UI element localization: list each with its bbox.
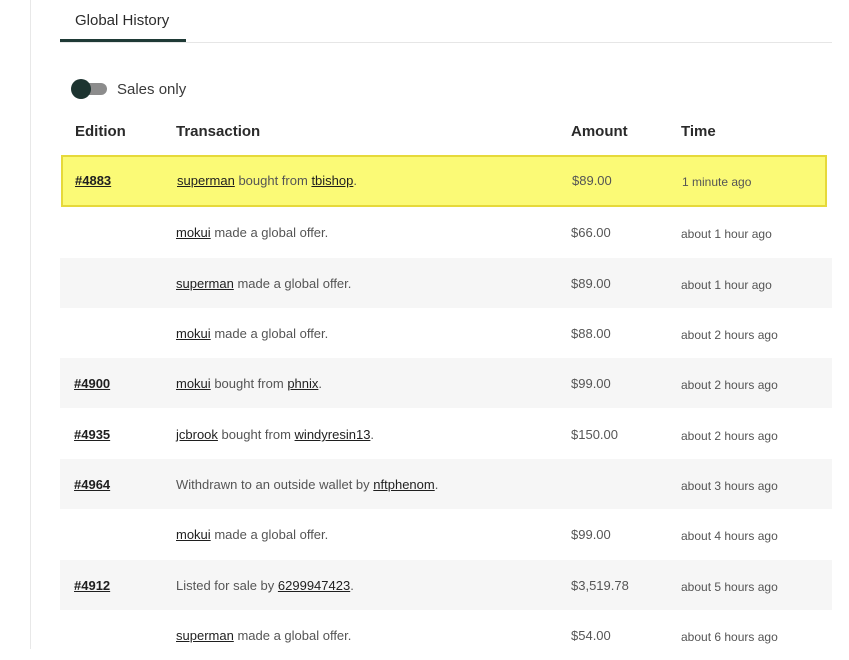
user-link[interactable]: mokui: [176, 326, 211, 341]
transaction-cell: mokui made a global offer.: [176, 326, 328, 341]
amount-cell: $3,519.78: [571, 578, 629, 593]
table-row: #4912 Listed for sale by 6299947423. $3,51…: [60, 560, 832, 610]
time-cell: about 2 hours ago: [681, 328, 778, 342]
transaction-action: bought from: [214, 376, 284, 391]
user-link[interactable]: jcbrook: [176, 427, 218, 442]
target-user-link[interactable]: tbishop: [311, 173, 353, 188]
amount-cell: $99.00: [571, 376, 611, 391]
transaction-action: made a global offer.: [237, 628, 352, 643]
amount-cell: $66.00: [571, 225, 611, 240]
time-cell: about 4 hours ago: [681, 529, 778, 543]
transaction-cell: Listed for sale by 6299947423.: [176, 578, 354, 593]
amount-cell: $99.00: [571, 527, 611, 542]
transaction-period: .: [370, 427, 375, 442]
edition-link[interactable]: #4900: [74, 376, 110, 391]
target-user-link[interactable]: nftphenom: [373, 477, 434, 492]
time-cell: about 2 hours ago: [681, 429, 778, 443]
transaction-period: .: [318, 376, 323, 391]
transaction-period: .: [350, 578, 354, 593]
toggle-knob: [71, 79, 91, 99]
user-link[interactable]: mokui: [176, 225, 211, 240]
time-cell: about 1 hour ago: [681, 227, 772, 241]
sales-only-toggle[interactable]: [71, 79, 107, 99]
time-cell: about 3 hours ago: [681, 479, 778, 493]
table-row: #4900 mokui bought from phnix. $99.00 about…: [60, 358, 832, 408]
transaction-action: made a global offer.: [237, 276, 352, 291]
transaction-action: bought from: [221, 427, 291, 442]
user-link[interactable]: superman: [176, 276, 234, 291]
column-header-amount: Amount: [571, 123, 628, 140]
transaction-cell: superman made a global offer.: [176, 628, 351, 643]
user-link[interactable]: superman: [176, 628, 234, 643]
column-header-time: Time: [681, 123, 716, 140]
table-row: superman made a global offer. $54.00 about…: [60, 610, 832, 660]
edition-link[interactable]: #4964: [74, 477, 110, 492]
transaction-action: made a global offer.: [214, 527, 329, 542]
table-row: #4935 jcbrook bought from windyresin13. $1…: [60, 409, 832, 459]
target-user-link[interactable]: phnix: [287, 376, 318, 391]
amount-cell: $88.00: [571, 326, 611, 341]
table-row: #4883 superman bought from tbishop. $89.00…: [61, 155, 827, 207]
transaction-cell: superman made a global offer.: [176, 276, 351, 291]
table-row: superman made a global offer. $89.00 about…: [60, 258, 832, 308]
table-row: #4964 Withdrawn to an outside wallet by n…: [60, 459, 832, 509]
time-cell: about 2 hours ago: [681, 378, 778, 392]
transaction-action: Withdrawn to an outside wallet by: [176, 477, 370, 492]
transaction-cell: mokui bought from phnix.: [176, 376, 322, 391]
column-header-edition: Edition: [75, 123, 126, 140]
transaction-action: made a global offer.: [214, 326, 329, 341]
edition-link[interactable]: #4912: [74, 578, 110, 593]
amount-cell: $89.00: [571, 276, 611, 291]
transaction-cell: mokui made a global offer.: [176, 527, 328, 542]
transaction-action: Listed for sale by: [176, 578, 275, 593]
transaction-action: made a global offer.: [214, 225, 329, 240]
time-cell: about 6 hours ago: [681, 630, 778, 644]
transaction-cell: Withdrawn to an outside wallet by nftphe…: [176, 477, 438, 492]
amount-cell: $89.00: [572, 173, 612, 188]
table-row: mokui made a global offer. $66.00 about 1 …: [60, 207, 832, 257]
user-link[interactable]: mokui: [176, 527, 211, 542]
tab-global-history[interactable]: Global History: [60, 0, 186, 42]
target-user-link[interactable]: windyresin13: [295, 427, 371, 442]
time-cell: 1 minute ago: [682, 175, 752, 189]
user-link[interactable]: mokui: [176, 376, 211, 391]
transaction-cell: jcbrook bought from windyresin13.: [176, 427, 374, 442]
transaction-cell: superman bought from tbishop.: [177, 173, 357, 188]
table-row: mokui made a global offer. $99.00 about 4 …: [60, 509, 832, 559]
amount-cell: $150.00: [571, 427, 618, 442]
transaction-action: bought from: [238, 173, 308, 188]
table-row: mokui made a global offer. $88.00 about 2 …: [60, 308, 832, 358]
column-header-transaction: Transaction: [176, 123, 261, 140]
transaction-cell: mokui made a global offer.: [176, 225, 328, 240]
edition-link[interactable]: #4935: [74, 427, 110, 442]
sales-only-label: Sales only: [117, 80, 187, 98]
transaction-period: .: [353, 173, 357, 188]
tab-bar: Global History: [60, 0, 832, 43]
time-cell: about 5 hours ago: [681, 580, 778, 594]
transaction-period: .: [434, 477, 439, 492]
user-link[interactable]: superman: [177, 173, 235, 188]
amount-cell: $54.00: [571, 628, 611, 643]
time-cell: about 1 hour ago: [681, 278, 772, 292]
sales-only-filter[interactable]: Sales only: [71, 79, 186, 99]
left-divider: [30, 0, 31, 649]
target-user-link[interactable]: 6299947423: [278, 578, 350, 593]
edition-link[interactable]: #4883: [75, 173, 111, 188]
